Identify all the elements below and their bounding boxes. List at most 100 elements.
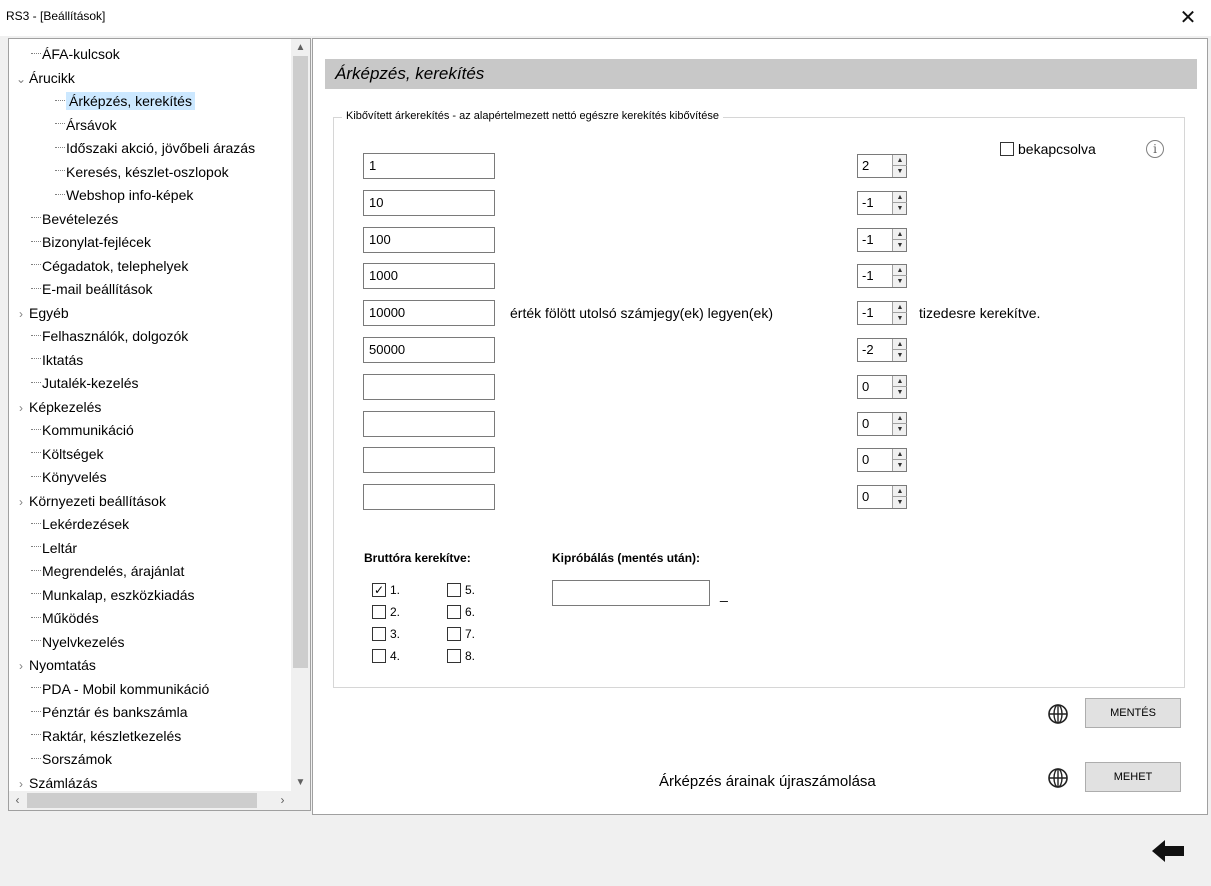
scroll-down-icon[interactable]: ▼	[291, 774, 310, 791]
decimals-spinner[interactable]: -1 ▲ ▼	[857, 227, 907, 252]
spinner-down-icon[interactable]: ▼	[893, 350, 907, 361]
tree-item[interactable]: Bevételezés	[31, 208, 118, 230]
tree-vertical-scrollbar[interactable]: ▲ ▼	[291, 39, 310, 791]
decimals-spinner[interactable]: 0 ▲ ▼	[857, 448, 907, 473]
spinner-up-icon[interactable]: ▲	[893, 229, 907, 240]
tree-item[interactable]: Munkalap, eszközkiadás	[31, 584, 195, 606]
tree-item[interactable]: Megrendelés, árajánlat	[31, 560, 184, 582]
scroll-thumb[interactable]	[293, 56, 308, 668]
tree-item[interactable]: › Képkezelés	[19, 396, 101, 418]
spinner-down-icon[interactable]: ▼	[893, 166, 907, 177]
spinner-up-icon[interactable]: ▲	[893, 192, 907, 203]
go-button[interactable]: MEHET	[1085, 762, 1181, 792]
tree-item[interactable]: Pénztár és bankszámla	[31, 701, 188, 723]
tree-item[interactable]: ÁFA-kulcsok	[31, 43, 120, 65]
spinner-up-icon[interactable]: ▲	[893, 339, 907, 350]
threshold-input[interactable]: 50000	[363, 337, 495, 363]
threshold-input[interactable]	[363, 373, 495, 400]
try-input[interactable]	[552, 580, 710, 606]
tree-item[interactable]: Árképzés, kerekítés	[55, 90, 195, 112]
tree-item[interactable]: Bizonylat-fejlécek	[31, 231, 151, 253]
spinner-up-icon[interactable]: ▲	[893, 449, 907, 461]
chevron-right-icon[interactable]: ›	[13, 773, 29, 792]
tree-horizontal-scrollbar[interactable]: ‹ ›	[9, 791, 291, 810]
tree-item[interactable]: Kommunikáció	[31, 419, 134, 441]
tree-item[interactable]: Felhasználók, dolgozók	[31, 325, 188, 347]
threshold-input[interactable]: 1	[363, 153, 495, 179]
close-button[interactable]: ✕	[1165, 0, 1211, 36]
brutto-checkbox[interactable]	[447, 583, 461, 597]
decimals-spinner[interactable]: 0 ▲ ▼	[857, 374, 907, 399]
spinner-up-icon[interactable]: ▲	[893, 376, 907, 387]
tree-item[interactable]: › Környezeti beállítások	[19, 490, 166, 512]
tree-item[interactable]: Raktár, készletkezelés	[31, 725, 181, 747]
brutto-checkbox[interactable]	[372, 649, 386, 663]
tree-item[interactable]: Cégadatok, telephelyek	[31, 255, 188, 277]
chevron-right-icon[interactable]: ›	[13, 655, 29, 677]
decimals-spinner[interactable]: 0 ▲ ▼	[857, 485, 907, 510]
scroll-up-icon[interactable]: ▲	[291, 39, 310, 56]
brutto-checkbox[interactable]	[372, 627, 386, 641]
info-icon[interactable]: i	[1146, 140, 1164, 158]
tree-item[interactable]: Lekérdezések	[31, 513, 129, 535]
threshold-input[interactable]: 100	[363, 226, 495, 253]
tree-item[interactable]: Sorszámok	[31, 748, 112, 770]
chevron-right-icon[interactable]: ›	[13, 491, 29, 513]
threshold-input[interactable]: 10	[363, 189, 495, 216]
tree-item[interactable]: Nyelvkezelés	[31, 631, 124, 653]
threshold-input[interactable]: 10000	[363, 300, 495, 327]
tree-item[interactable]: PDA - Mobil kommunikáció	[31, 678, 209, 700]
tree-item[interactable]: Jutalék-kezelés	[31, 372, 139, 394]
tree-item[interactable]: Webshop info-képek	[55, 184, 193, 206]
decimals-spinner[interactable]: 0 ▲ ▼	[857, 411, 907, 436]
scroll-left-icon[interactable]: ‹	[9, 791, 26, 810]
threshold-input[interactable]	[363, 484, 495, 511]
spinner-down-icon[interactable]: ▼	[893, 424, 907, 435]
chevron-down-icon[interactable]: ⌄	[13, 68, 29, 90]
tree-item[interactable]: ⌄ Árucikk	[16, 67, 75, 89]
decimals-spinner[interactable]: -2 ▲ ▼	[857, 338, 907, 362]
spinner-up-icon[interactable]: ▲	[893, 413, 907, 424]
spinner-down-icon[interactable]: ▼	[893, 240, 907, 251]
enabled-checkbox[interactable]	[1000, 142, 1014, 156]
brutto-checkbox[interactable]: ✓	[372, 583, 386, 597]
spinner-down-icon[interactable]: ▼	[893, 387, 907, 398]
spinner-down-icon[interactable]: ▼	[893, 203, 907, 214]
threshold-input[interactable]	[363, 447, 495, 474]
threshold-input[interactable]	[363, 410, 495, 437]
tree-item[interactable]: Iktatás	[31, 349, 83, 371]
tree-item[interactable]: Költségek	[31, 443, 103, 465]
decimals-spinner[interactable]: -1 ▲ ▼	[857, 301, 907, 326]
spinner-down-icon[interactable]: ▼	[893, 313, 907, 324]
hscroll-thumb[interactable]	[27, 793, 257, 808]
decimals-spinner[interactable]: 2 ▲ ▼	[857, 154, 907, 178]
spinner-up-icon[interactable]: ▲	[893, 155, 907, 166]
chevron-right-icon[interactable]: ›	[13, 397, 29, 419]
scroll-right-icon[interactable]: ›	[274, 791, 291, 810]
spinner-up-icon[interactable]: ▲	[893, 265, 907, 277]
spinner-up-icon[interactable]: ▲	[893, 486, 907, 498]
globe-icon[interactable]	[1047, 703, 1069, 725]
save-button[interactable]: MENTÉS	[1085, 698, 1181, 728]
brutto-checkbox[interactable]	[447, 649, 461, 663]
spinner-up-icon[interactable]: ▲	[893, 302, 907, 314]
decimals-spinner[interactable]: -1 ▲ ▼	[857, 190, 907, 215]
tree-item[interactable]: › Számlázás	[19, 772, 97, 792]
chevron-right-icon[interactable]: ›	[13, 303, 29, 325]
threshold-input[interactable]: 1000	[363, 263, 495, 290]
tree-item[interactable]: E-mail beállítások	[31, 278, 153, 300]
tree-item[interactable]: › Egyéb	[19, 302, 69, 324]
brutto-checkbox[interactable]	[372, 605, 386, 619]
spinner-down-icon[interactable]: ▼	[893, 460, 907, 471]
globe-icon[interactable]	[1047, 767, 1069, 789]
brutto-checkbox[interactable]	[447, 627, 461, 641]
tree-item[interactable]: › Nyomtatás	[19, 654, 96, 676]
tree-item[interactable]: Ársávok	[55, 114, 117, 136]
tree-item[interactable]: Időszaki akció, jövőbeli árazás	[55, 137, 255, 159]
tree-item[interactable]: Működés	[31, 607, 99, 629]
tree-item[interactable]: Leltár	[31, 537, 77, 559]
back-arrow-icon[interactable]	[1152, 838, 1186, 864]
spinner-down-icon[interactable]: ▼	[893, 497, 907, 508]
brutto-checkbox[interactable]	[447, 605, 461, 619]
tree-item[interactable]: Keresés, készlet-oszlopok	[55, 161, 229, 183]
